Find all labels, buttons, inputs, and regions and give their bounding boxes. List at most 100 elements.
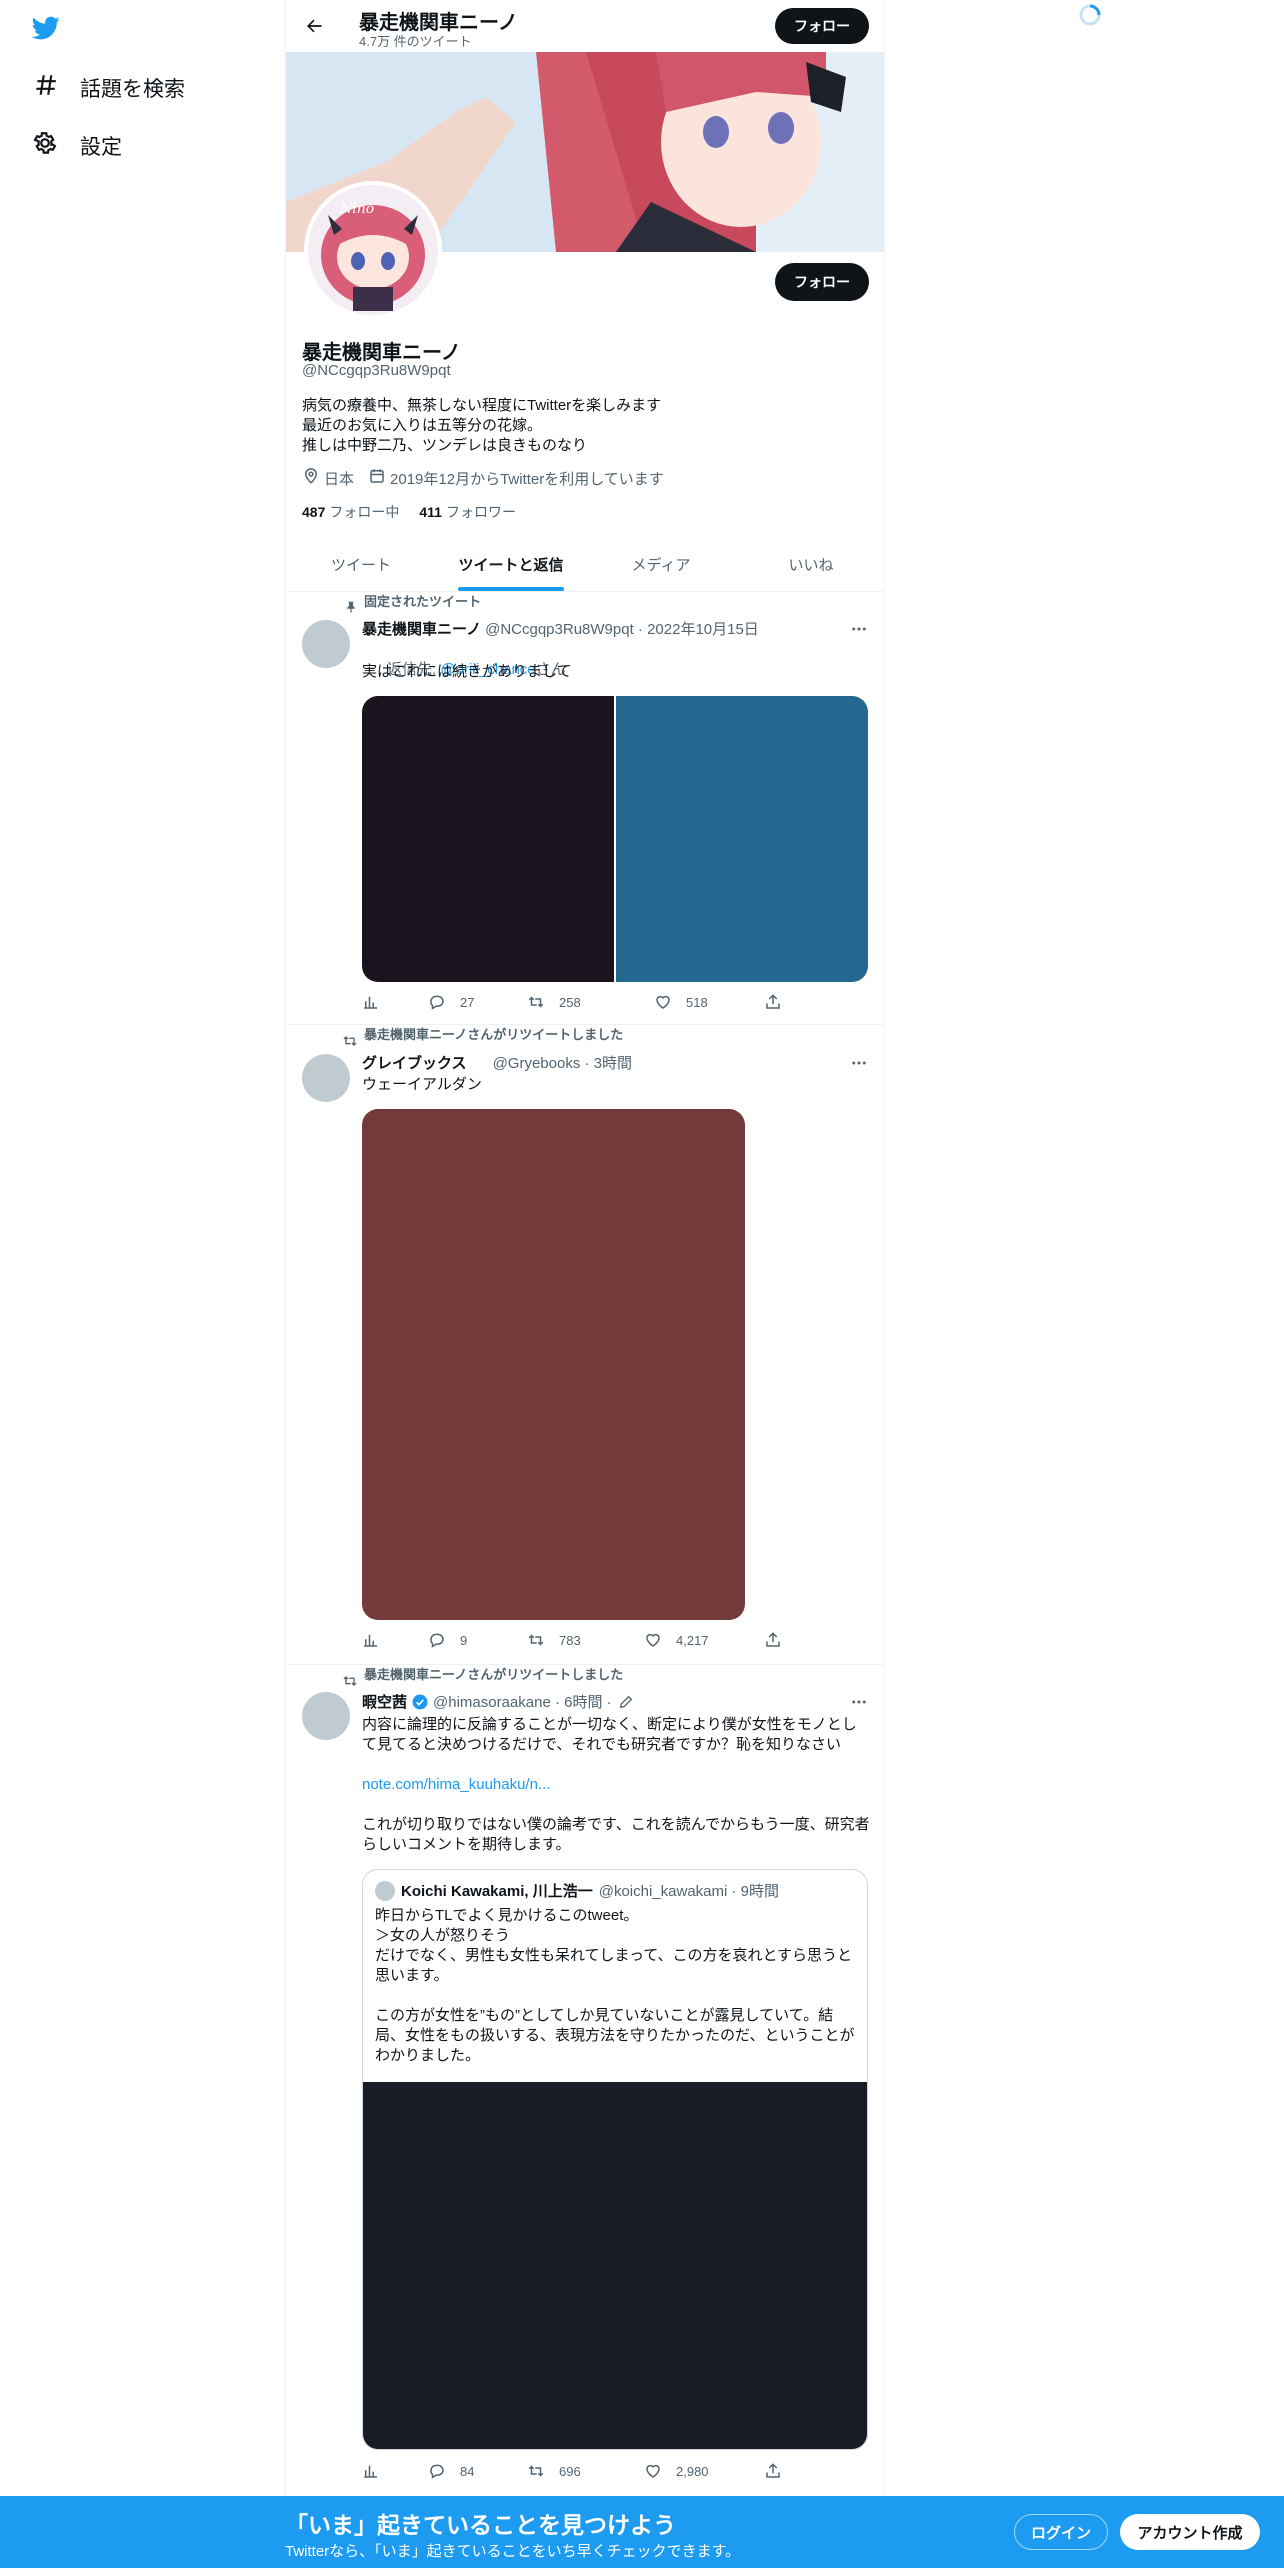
- hashtag-icon: [32, 72, 58, 104]
- tweet-header: 暴走機関車ニーノ @NCcgqp3Ru8W9pqt · 2022年10月15日: [362, 618, 759, 639]
- heart-icon: [656, 995, 670, 1009]
- like-button[interactable]: 2,980: [644, 2462, 709, 2480]
- signup-banner: 「いま」起きていることを見つけよう Twitterなら、「いま」起きていることを…: [0, 2496, 1284, 2568]
- tweet-media-image[interactable]: [616, 696, 868, 982]
- tweet-item[interactable]: 暴走機関車ニーノさんがリツイートしました 暇空茜 @himasoraakane …: [286, 1665, 884, 2496]
- twitter-logo-icon[interactable]: [30, 14, 62, 42]
- profile-avatar[interactable]: Nino: [304, 181, 442, 319]
- tweet-meta[interactable]: @Gryebooks · 3時間: [493, 1052, 632, 1073]
- tweet-text: 実はこれには続きがありまして: [362, 663, 572, 680]
- quote-header: Koichi Kawakami, 川上浩一 @koichi_kawakami ·…: [375, 1880, 779, 1901]
- retweet-icon: [528, 2465, 544, 2477]
- reply-button[interactable]: 84: [428, 2462, 474, 2480]
- profile-tabs: ツイート ツイートと返信 メディア いいね: [286, 538, 884, 592]
- more-options-icon[interactable]: [848, 1052, 870, 1074]
- tab-tweets[interactable]: ツイート: [286, 538, 436, 591]
- retweet-button[interactable]: 783: [527, 1631, 581, 1649]
- pin-icon: [344, 600, 358, 617]
- avatar[interactable]: [302, 620, 350, 668]
- tweet-meta[interactable]: @himasoraakane · 6時間 ·: [433, 1691, 612, 1712]
- more-options-icon[interactable]: [848, 618, 870, 640]
- reply-count: 27: [460, 994, 475, 1010]
- retweet-button[interactable]: 258: [527, 993, 581, 1011]
- left-navigation: 話題を検索 設定: [0, 0, 285, 2568]
- avatar-text: Nino: [339, 201, 374, 217]
- tweet-media-image[interactable]: [362, 1109, 745, 1620]
- follow-stats: 487 フォロー中 411 フォロワー: [302, 502, 516, 522]
- profile-location: 日本: [302, 467, 354, 489]
- avatar[interactable]: [302, 1054, 350, 1102]
- reply-count: 9: [460, 1632, 468, 1648]
- like-count: 518: [686, 994, 708, 1010]
- tab-likes[interactable]: いいね: [736, 538, 884, 591]
- retweet-button[interactable]: 696: [527, 2462, 581, 2480]
- signup-button[interactable]: アカウント作成: [1120, 2514, 1260, 2550]
- nav-explore[interactable]: 話題を検索: [32, 72, 185, 104]
- calendar-icon: [368, 467, 386, 489]
- tweet-header: 暇空茜 @himasoraakane · 6時間 ·: [362, 1691, 634, 1712]
- profile-follow-button[interactable]: フォロー: [775, 263, 869, 301]
- profile-joined: 2019年12月からTwitterを利用しています: [368, 467, 664, 489]
- analytics-icon[interactable]: [362, 1631, 380, 1649]
- retweet-count: 258: [559, 994, 581, 1010]
- more-options-icon[interactable]: [848, 1691, 870, 1713]
- reply-icon: [430, 2464, 444, 2479]
- following-link[interactable]: 487 フォロー中: [302, 502, 399, 522]
- quote-avatar: [375, 1880, 395, 1901]
- tweet-header: グレイブックス @Gryebooks · 3時間: [362, 1052, 632, 1073]
- back-arrow-icon[interactable]: [300, 12, 328, 40]
- profile-meta: 日本 2019年12月からTwitterを利用しています: [302, 467, 664, 489]
- profile-bio: 病気の療養中、無茶しない程度にTwitterを楽しみます 最近のお気に入りは五等…: [302, 397, 662, 454]
- profile-handle: @NCcgqp3Ru8W9pqt: [302, 362, 451, 379]
- reply-icon: [430, 995, 444, 1010]
- analytics-icon[interactable]: [362, 2462, 380, 2480]
- share-icon[interactable]: [764, 2462, 782, 2480]
- tweet-text: ウェーイアルダン: [362, 1076, 482, 1093]
- quote-media-image[interactable]: [363, 2082, 867, 2449]
- followers-link[interactable]: 411 フォロワー: [419, 502, 516, 522]
- header-follow-button[interactable]: フォロー: [775, 8, 869, 44]
- gear-icon: [32, 130, 58, 162]
- followers-count: 411: [419, 504, 442, 520]
- loading-spinner-icon: [1078, 3, 1102, 27]
- like-button[interactable]: 518: [654, 993, 708, 1011]
- reply-button[interactable]: 27: [428, 993, 474, 1011]
- tweet-text-continued: これが切り取りではない僕の論考です、これを読んでからもう一度、研究者らしいコメン…: [362, 1816, 870, 1853]
- tab-media[interactable]: メディア: [586, 538, 736, 591]
- retweet-small-icon: [342, 1673, 358, 1692]
- reply-count: 84: [460, 2463, 475, 2479]
- tweet-media-image[interactable]: [362, 696, 614, 982]
- profile-name: 暴走機関車ニーノ: [302, 342, 461, 364]
- nav-explore-label: 話題を検索: [80, 78, 185, 101]
- signup-banner-title: 「いま」起きていることを見つけよう: [285, 2512, 676, 2538]
- tweet-author-name[interactable]: グレイブックス: [362, 1052, 467, 1073]
- like-button[interactable]: 4,217: [644, 1631, 709, 1649]
- location-pin-icon: [302, 467, 320, 489]
- retweet-icon: [528, 1634, 544, 1646]
- profile-header: 暴走機関車ニーノ 4.7万 件のツイート フォロー: [286, 0, 884, 52]
- like-count: 4,217: [676, 1632, 709, 1648]
- retweet-small-icon: [342, 1033, 358, 1052]
- quote-meta: @koichi_kawakami · 9時間: [598, 1883, 779, 1900]
- tweet-item[interactable]: 暴走機関車ニーノさんがリツイートしました グレイブックス @Gryebooks …: [286, 1025, 884, 1665]
- nav-settings[interactable]: 設定: [32, 130, 122, 162]
- share-icon[interactable]: [764, 993, 782, 1011]
- reply-button[interactable]: 9: [428, 1631, 467, 1649]
- tweet-actions: 9 783 4,217: [362, 1630, 782, 1650]
- tweet-author-name[interactable]: 暇空茜: [362, 1691, 407, 1712]
- analytics-icon[interactable]: [362, 993, 380, 1011]
- tweet-link[interactable]: note.com/hima_kuuhaku/n...: [362, 1775, 870, 1795]
- tweet-author-name[interactable]: 暴走機関車ニーノ: [362, 618, 481, 639]
- following-label: フォロー中: [329, 504, 400, 520]
- login-button[interactable]: ログイン: [1014, 2514, 1108, 2550]
- tweet-item[interactable]: 固定されたツイート 暴走機関車ニーノ @NCcgqp3Ru8W9pqt · 20…: [286, 592, 884, 1025]
- quote-text: 昨日からTLでよく見かけるこのtweet。 ＞女の人が怒りそう だけでなく、男性…: [375, 1907, 855, 2064]
- share-icon[interactable]: [764, 1631, 782, 1649]
- quote-tweet[interactable]: Koichi Kawakami, 川上浩一 @koichi_kawakami ·…: [362, 1869, 868, 2450]
- joined-label: 2019年12月からTwitterを利用しています: [390, 470, 664, 488]
- verified-badge-icon: [411, 1693, 429, 1711]
- tab-tweets-and-replies[interactable]: ツイートと返信: [436, 538, 586, 591]
- edit-pencil-icon[interactable]: [618, 1694, 634, 1710]
- tweet-meta[interactable]: @NCcgqp3Ru8W9pqt · 2022年10月15日: [485, 618, 759, 639]
- avatar[interactable]: [302, 1692, 350, 1740]
